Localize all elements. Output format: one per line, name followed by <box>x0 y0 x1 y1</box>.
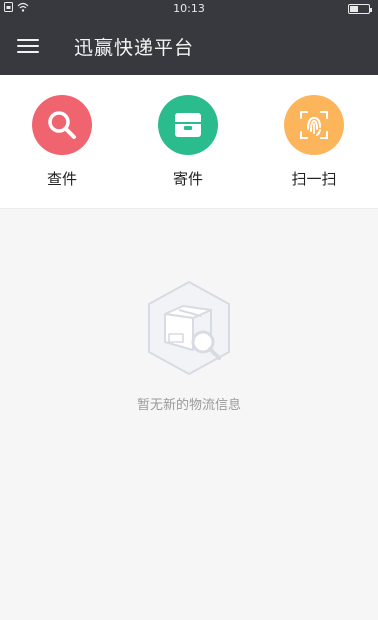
send-parcel-button[interactable]: 寄件 <box>143 95 233 189</box>
quick-actions: 查件 寄件 扫一扫 <box>0 75 378 209</box>
status-bar: 10:13 <box>0 0 378 18</box>
page-title: 迅赢快递平台 <box>74 37 195 59</box>
empty-state: 暂无新的物流信息 <box>0 280 378 413</box>
empty-message: 暂无新的物流信息 <box>136 398 241 413</box>
scan-fingerprint-icon <box>284 95 344 155</box>
scan-button[interactable]: 扫一扫 <box>269 95 359 189</box>
menu-icon[interactable] <box>17 39 39 53</box>
scan-label: 扫一扫 <box>291 170 337 188</box>
app-bar: 迅赢快递平台 <box>0 18 378 75</box>
status-time: 10:13 <box>173 2 205 15</box>
box-icon <box>158 95 218 155</box>
search-icon <box>32 95 92 155</box>
query-parcel-button[interactable]: 查件 <box>17 95 107 189</box>
query-parcel-label: 查件 <box>46 170 77 188</box>
battery-icon <box>348 4 372 14</box>
empty-package-icon <box>141 280 237 376</box>
send-parcel-label: 寄件 <box>172 170 203 188</box>
